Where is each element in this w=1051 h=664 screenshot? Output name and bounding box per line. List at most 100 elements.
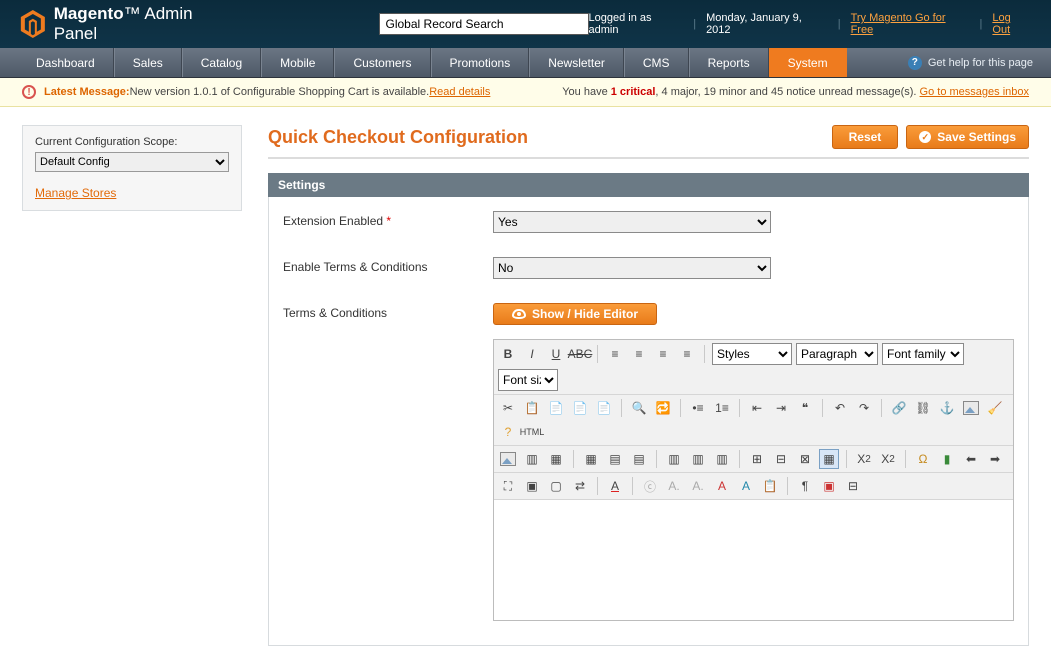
- underline-icon[interactable]: U: [546, 344, 566, 364]
- anchor-icon[interactable]: ⚓: [937, 398, 957, 418]
- image-icon[interactable]: [961, 398, 981, 418]
- logout-link[interactable]: Log Out: [992, 12, 1031, 36]
- italic-icon[interactable]: I: [522, 344, 542, 364]
- editor-textarea[interactable]: [494, 500, 1013, 620]
- logo[interactable]: Magento™ Admin Panel: [20, 4, 239, 44]
- manage-stores-link[interactable]: Manage Stores: [35, 186, 116, 200]
- blockquote-icon[interactable]: ❝: [795, 398, 815, 418]
- copy-icon[interactable]: 📋: [522, 398, 542, 418]
- nav-newsletter[interactable]: Newsletter: [529, 48, 624, 77]
- row-before-icon[interactable]: ▤: [605, 449, 625, 469]
- nav-system[interactable]: System: [769, 48, 847, 77]
- delete-row-icon[interactable]: ⊠: [795, 449, 815, 469]
- nav-mobile[interactable]: Mobile: [261, 48, 334, 77]
- insert-image-icon[interactable]: [498, 449, 518, 469]
- select-all-icon[interactable]: ▣: [522, 476, 542, 496]
- abbr-icon[interactable]: A.: [664, 476, 684, 496]
- nav-dashboard[interactable]: Dashboard: [18, 48, 114, 77]
- attribs-icon[interactable]: 📋: [760, 476, 780, 496]
- outdent-icon[interactable]: ⇤: [747, 398, 767, 418]
- subscript-icon[interactable]: X2: [854, 449, 874, 469]
- replace-icon[interactable]: 🔁: [653, 398, 673, 418]
- paragraph-select[interactable]: Paragraph: [796, 343, 878, 365]
- indent-icon[interactable]: ⇥: [771, 398, 791, 418]
- save-button[interactable]: ✓Save Settings: [906, 125, 1029, 149]
- try-magento-link[interactable]: Try Magento Go for Free: [851, 12, 970, 36]
- messages-inbox-link[interactable]: Go to messages inbox: [920, 86, 1029, 98]
- nav-reports[interactable]: Reports: [689, 48, 769, 77]
- paste-word-icon[interactable]: 📄: [594, 398, 614, 418]
- undo-icon[interactable]: ↶: [830, 398, 850, 418]
- nav-sales[interactable]: Sales: [114, 48, 182, 77]
- field-enable-terms: Enable Terms & Conditions No: [283, 257, 1014, 279]
- read-details-link[interactable]: Read details: [429, 86, 490, 98]
- col-before-icon[interactable]: ▥: [664, 449, 684, 469]
- paste-text-icon[interactable]: 📄: [570, 398, 590, 418]
- paste-icon[interactable]: 📄: [546, 398, 566, 418]
- nav-cms[interactable]: CMS: [624, 48, 689, 77]
- strikethrough-icon[interactable]: ABC: [570, 344, 590, 364]
- toolbar-separator: [905, 450, 906, 468]
- layer-icon[interactable]: ▮: [937, 449, 957, 469]
- extension-enabled-select[interactable]: Yes: [493, 211, 771, 233]
- table-icon[interactable]: ▦: [581, 449, 601, 469]
- search-input[interactable]: [379, 13, 589, 35]
- html-icon[interactable]: HTML: [522, 422, 542, 442]
- scope-select[interactable]: Default Config: [35, 152, 229, 172]
- bold-icon[interactable]: B: [498, 344, 518, 364]
- template-icon[interactable]: ▣: [819, 476, 839, 496]
- cite-icon[interactable]: ⓒ: [640, 476, 660, 496]
- align-right-icon[interactable]: ≡: [653, 344, 673, 364]
- redo-icon[interactable]: ↷: [854, 398, 874, 418]
- nav-catalog[interactable]: Catalog: [182, 48, 261, 77]
- section-header[interactable]: Settings: [268, 173, 1029, 197]
- cut-icon[interactable]: ✂: [498, 398, 518, 418]
- toolbar-row-4: ⛶ ▣ ▢ ⇄ A ⓒ A. A. A A 📋: [494, 473, 1013, 500]
- nav-promotions[interactable]: Promotions: [431, 48, 530, 77]
- text-color-icon[interactable]: A: [605, 476, 625, 496]
- find-icon[interactable]: 🔍: [629, 398, 649, 418]
- row-after-icon[interactable]: ▤: [629, 449, 649, 469]
- action-buttons: Reset ✓Save Settings: [832, 125, 1029, 149]
- split-cells-icon[interactable]: ⊟: [771, 449, 791, 469]
- align-justify-icon[interactable]: ≡: [677, 344, 697, 364]
- toolbar-separator: [704, 345, 705, 363]
- align-center-icon[interactable]: ≡: [629, 344, 649, 364]
- help-editor-icon[interactable]: ?: [498, 422, 518, 442]
- superscript-icon[interactable]: X2: [878, 449, 898, 469]
- fullscreen-icon[interactable]: ⛶: [498, 476, 518, 496]
- link-icon[interactable]: 🔗: [889, 398, 909, 418]
- special-char-icon[interactable]: Ω: [913, 449, 933, 469]
- unlink-icon[interactable]: ⛓: [913, 398, 933, 418]
- move-back-icon[interactable]: ⬅: [961, 449, 981, 469]
- nav-customers[interactable]: Customers: [334, 48, 430, 77]
- pagebreak-icon[interactable]: ⊟: [843, 476, 863, 496]
- enable-terms-select[interactable]: No: [493, 257, 771, 279]
- styles-select[interactable]: Styles: [712, 343, 792, 365]
- alert-icon: !: [22, 85, 36, 99]
- help-link[interactable]: ? Get help for this page: [908, 48, 1033, 77]
- merge-cells-icon[interactable]: ⊞: [747, 449, 767, 469]
- del-icon[interactable]: A: [712, 476, 732, 496]
- date-text: Monday, January 9, 2012: [706, 12, 828, 36]
- acronym-icon[interactable]: A.: [688, 476, 708, 496]
- cleanup-icon[interactable]: 🧹: [985, 398, 1005, 418]
- font-size-select[interactable]: Font size: [498, 369, 558, 391]
- delete-col-icon[interactable]: ▥: [712, 449, 732, 469]
- magento-icon: [20, 10, 46, 38]
- widget-icon[interactable]: ▦: [546, 449, 566, 469]
- move-fwd-icon[interactable]: ➡: [985, 449, 1005, 469]
- visual-aid-icon[interactable]: ▢: [546, 476, 566, 496]
- font-family-select[interactable]: Font family: [882, 343, 964, 365]
- toggle-editor-button[interactable]: Show / Hide Editor: [493, 303, 657, 325]
- number-list-icon[interactable]: 1≡: [712, 398, 732, 418]
- align-left-icon[interactable]: ≡: [605, 344, 625, 364]
- bullet-list-icon[interactable]: •≡: [688, 398, 708, 418]
- col-after-icon[interactable]: ▥: [688, 449, 708, 469]
- reset-button[interactable]: Reset: [832, 125, 899, 149]
- ins-icon[interactable]: A: [736, 476, 756, 496]
- nbsp-icon[interactable]: ⇄: [570, 476, 590, 496]
- media-icon[interactable]: ▥: [522, 449, 542, 469]
- table-props-icon[interactable]: ▦: [819, 449, 839, 469]
- show-blocks-icon[interactable]: ¶: [795, 476, 815, 496]
